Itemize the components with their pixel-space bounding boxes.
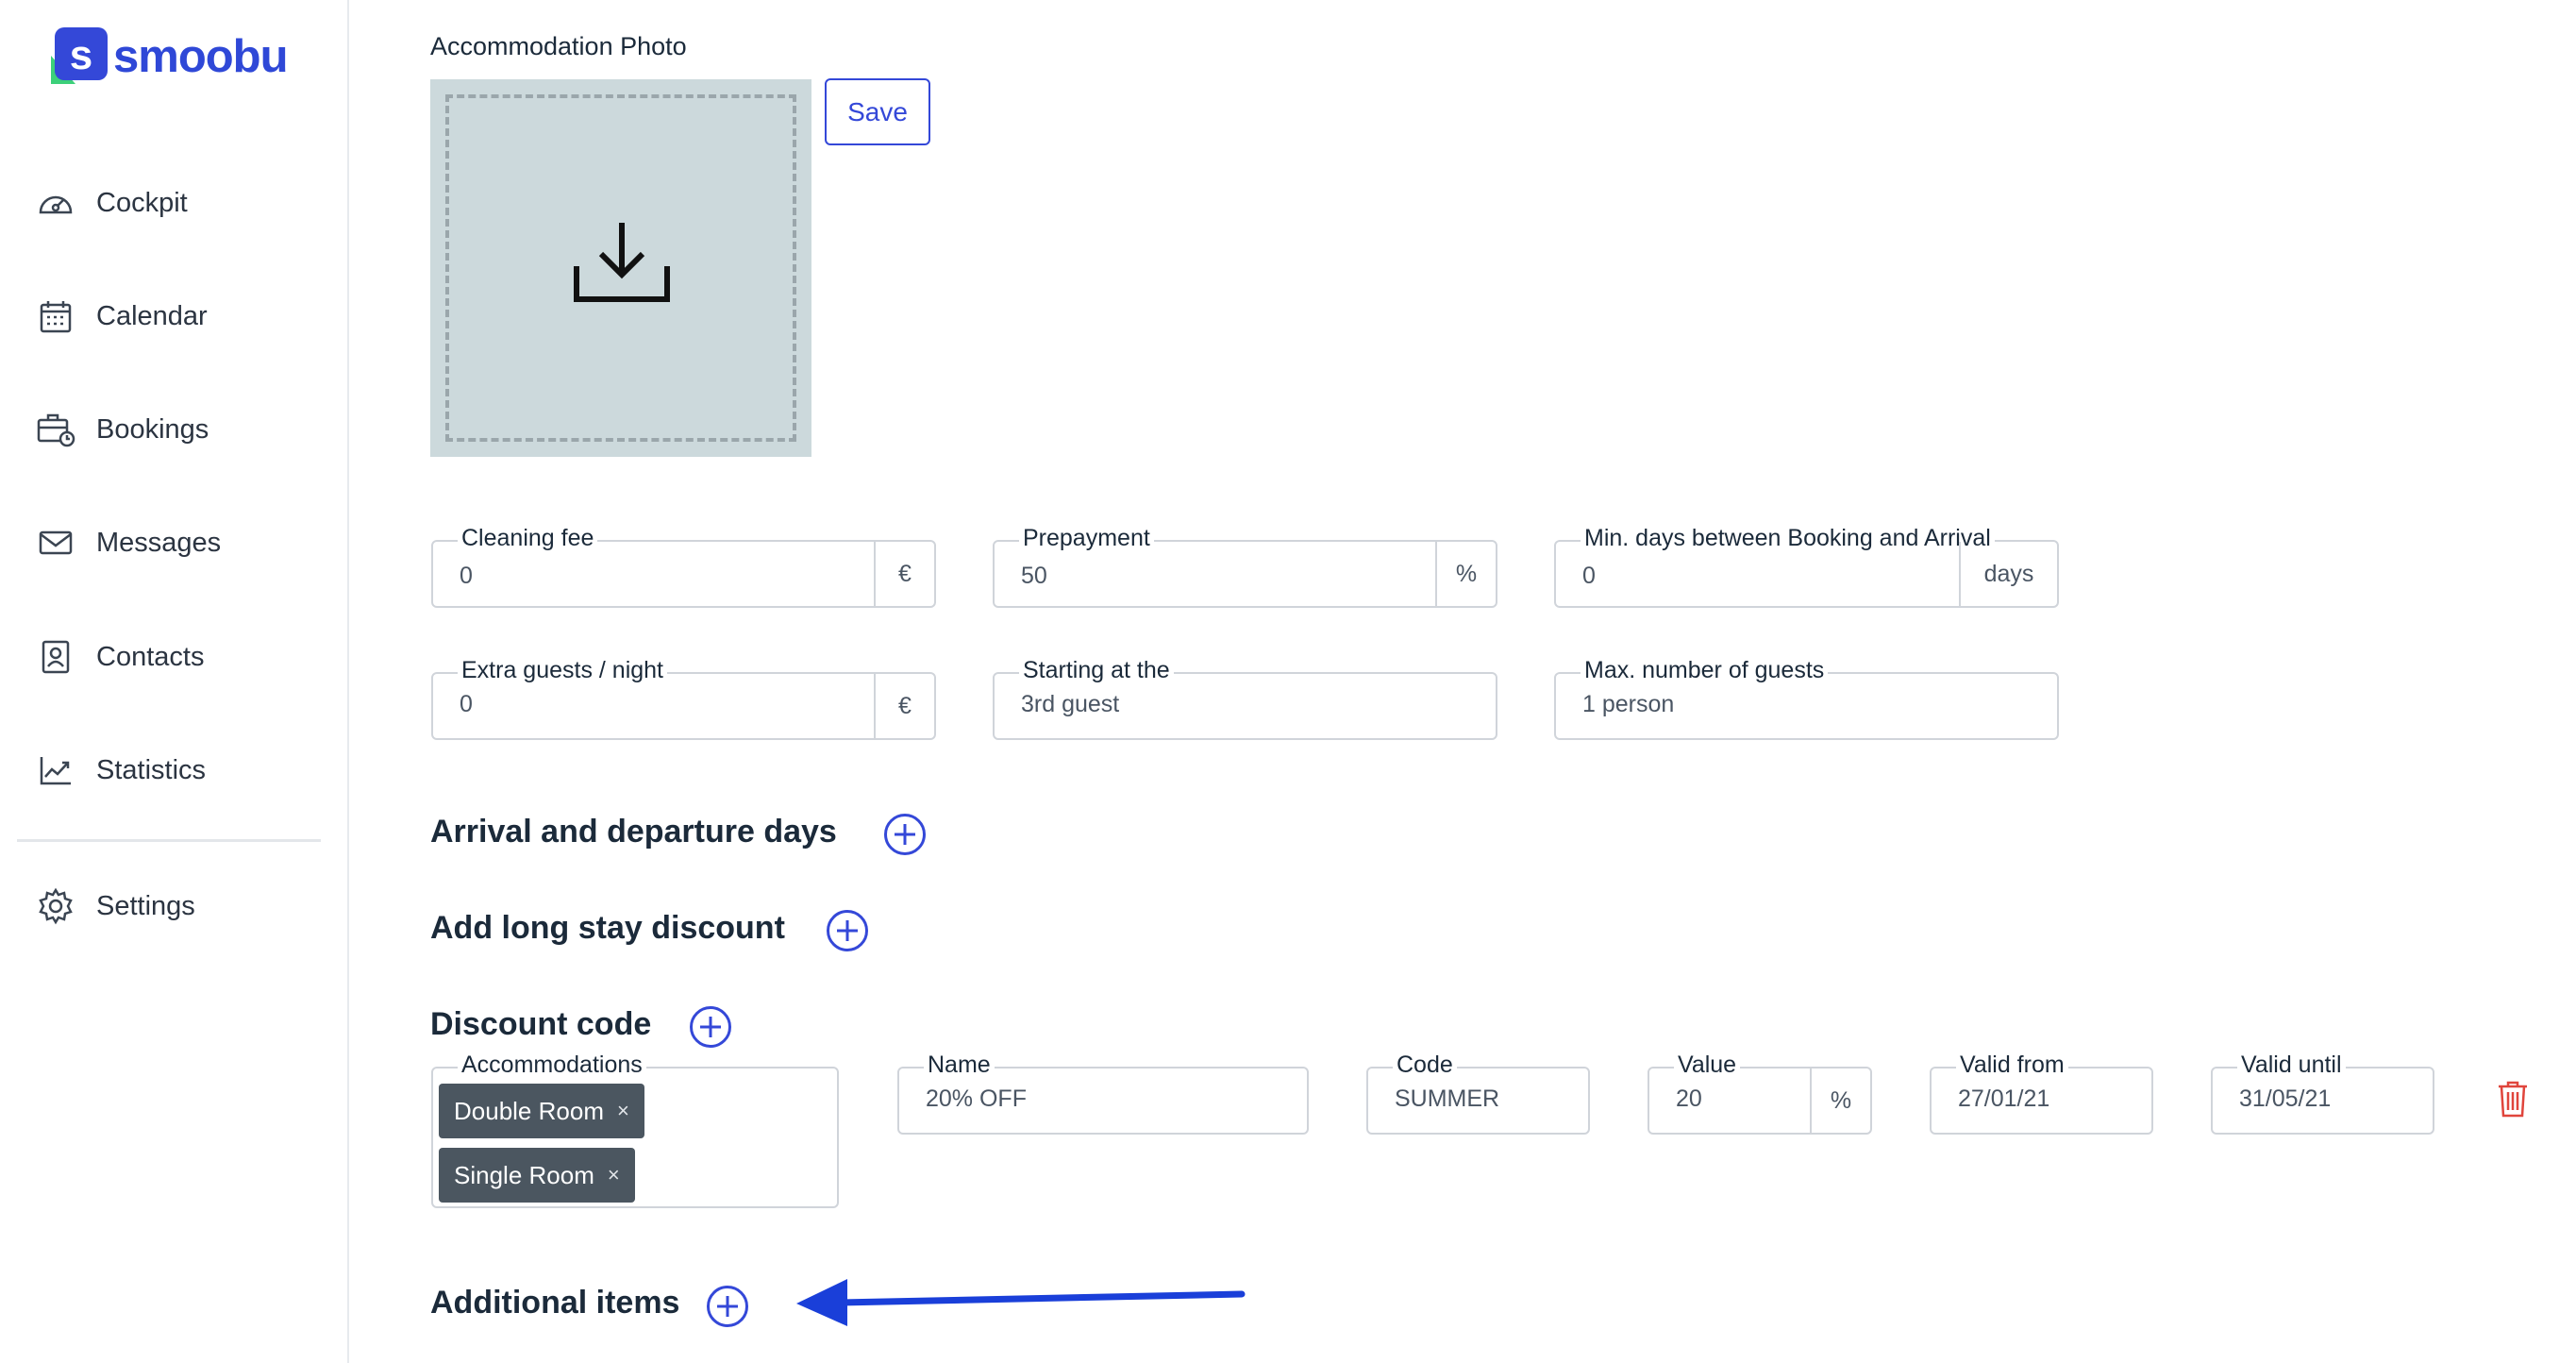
additional-items-title: Additional items [430,1285,680,1321]
percent-addon: % [1435,542,1496,606]
max-guests-label: Max. number of guests [1581,656,1829,684]
euro-addon: € [874,674,934,738]
euro-addon: € [874,542,934,606]
discount-name-label: Name [924,1051,995,1079]
chip-label: Single Room [454,1160,594,1189]
discount-value-value: 20 [1676,1085,1702,1112]
prepayment-value: 50 [1021,563,1047,589]
starting-at-select[interactable]: Starting at the 3rd guest [993,656,1497,740]
save-photo-button[interactable]: Save [825,78,930,145]
discount-name-field[interactable]: Name 20% OFF [897,1051,1309,1135]
valid-until-field[interactable]: Valid until 31/05/21 [2211,1051,2434,1135]
add-discount-code-button[interactable] [690,1006,731,1048]
photo-dropzone[interactable] [430,79,811,457]
discount-value-field[interactable]: Value 20 % [1648,1051,1872,1135]
valid-from-value: 27/01/21 [1958,1085,2050,1112]
long-stay-discount-title: Add long stay discount [430,910,785,946]
accommodations-multiselect[interactable]: Accommodations Double Room × Single Room… [431,1051,839,1208]
valid-from-label: Valid from [1956,1051,2068,1079]
max-guests-value: 1 person [1582,691,1675,717]
valid-until-value: 31/05/21 [2239,1085,2332,1112]
min-days-value: 0 [1582,563,1596,589]
remove-chip-icon[interactable]: × [617,1099,629,1123]
delete-trash-icon[interactable] [2497,1080,2529,1118]
remove-chip-icon[interactable]: × [608,1163,620,1187]
min-days-field[interactable]: Min. days between Booking and Arrival 0 … [1554,524,2059,608]
add-arrival-departure-button[interactable] [884,814,926,855]
add-additional-items-button[interactable] [707,1286,748,1327]
percent-addon: % [1810,1069,1870,1133]
discount-code-value: SUMMER [1395,1085,1500,1112]
valid-from-field[interactable]: Valid from 27/01/21 [1930,1051,2153,1135]
discount-code-title: Discount code [430,1006,652,1042]
download-icon [574,223,670,302]
extra-guests-label: Extra guests / night [458,656,668,684]
discount-value-label: Value [1674,1051,1741,1079]
discount-code-field[interactable]: Code SUMMER [1366,1051,1590,1135]
starting-at-value: 3rd guest [1021,691,1120,717]
extra-guests-value: 0 [460,691,473,717]
extra-guests-field[interactable]: Extra guests / night 0 € [431,656,936,740]
starting-at-label: Starting at the [1019,656,1174,684]
prepayment-label: Prepayment [1019,524,1154,552]
min-days-label: Min. days between Booking and Arrival [1581,524,1995,552]
accommodations-label: Accommodations [458,1051,646,1079]
accommodation-chip: Single Room × [439,1148,635,1203]
discount-code-label: Code [1393,1051,1457,1079]
days-addon: days [1959,542,2057,606]
chip-label: Double Room [454,1096,604,1125]
add-long-stay-discount-button[interactable] [827,910,868,951]
cleaning-fee-value: 0 [460,563,473,589]
arrow-pointer-icon [796,1279,1246,1326]
cleaning-fee-label: Cleaning fee [458,524,598,552]
prepayment-field[interactable]: Prepayment 50 % [993,524,1497,608]
cleaning-fee-field[interactable]: Cleaning fee 0 € [431,524,936,608]
accommodation-chip: Double Room × [439,1084,644,1138]
arrival-departure-title: Arrival and departure days [430,814,837,850]
main-content: Accommodation Photo Save Cleaning fee 0 … [0,0,2576,1363]
accommodation-photo-label: Accommodation Photo [430,32,687,60]
discount-name-value: 20% OFF [926,1085,1027,1112]
valid-until-label: Valid until [2237,1051,2346,1079]
max-guests-select[interactable]: Max. number of guests 1 person [1554,656,2059,740]
